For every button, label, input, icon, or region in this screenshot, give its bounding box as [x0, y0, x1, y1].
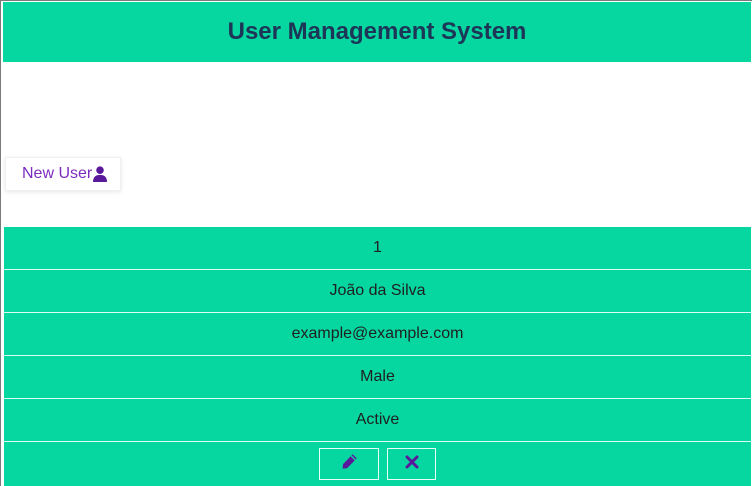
user-gender-cell: Male: [4, 356, 751, 399]
page-title: User Management System: [227, 18, 527, 45]
user-id-cell: 1: [4, 227, 751, 270]
pencil-icon: [341, 453, 358, 475]
edit-user-button[interactable]: [319, 448, 379, 480]
new-user-label: New User: [22, 165, 93, 182]
user-actions-cell: [4, 442, 751, 486]
app-window: User Management System New User 1 João d…: [0, 0, 752, 486]
user-email-cell: example@example.com: [4, 313, 751, 356]
user-name-cell: João da Silva: [4, 270, 751, 313]
user-status-cell: Active: [4, 399, 751, 442]
delete-user-button[interactable]: [387, 448, 436, 480]
new-user-button[interactable]: New User: [5, 157, 121, 191]
close-icon: [405, 455, 419, 474]
main-content: New User: [3, 62, 751, 226]
user-icon: [93, 166, 108, 182]
app-header: User Management System: [3, 2, 751, 62]
user-table: 1 João da Silva example@example.com Male…: [4, 227, 751, 486]
